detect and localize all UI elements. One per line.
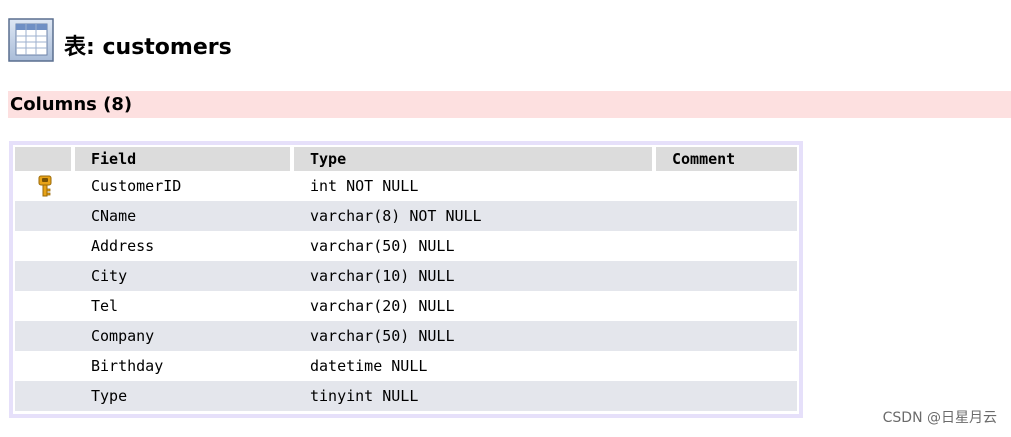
columns-section-title: Columns (8) xyxy=(10,94,133,115)
field-cell: Tel xyxy=(91,297,119,315)
title-prefix: 表 xyxy=(64,34,87,60)
field-cell: CustomerID xyxy=(91,177,182,195)
key-icon xyxy=(38,175,52,197)
table-row: Address varchar(50) NULL xyxy=(15,231,797,261)
table-icon xyxy=(8,18,54,62)
comment-cell xyxy=(656,381,797,411)
comment-cell xyxy=(656,231,797,261)
comment-cell xyxy=(656,351,797,381)
table-row: Birthday datetime NULL xyxy=(15,351,797,381)
comment-cell xyxy=(656,321,797,351)
comment-column-header: Comment xyxy=(656,147,797,171)
type-column-header: Type xyxy=(294,147,656,171)
watermark: CSDN @日星月云 xyxy=(882,410,997,426)
field-cell: CName xyxy=(75,201,294,231)
page-header: 表: customers xyxy=(8,12,232,62)
type-cell: varchar(50) NULL xyxy=(294,321,656,351)
type-cell: tinyint NULL xyxy=(294,381,656,411)
table-row: Company varchar(50) NULL xyxy=(15,321,797,351)
title-separator: : xyxy=(86,35,103,60)
comment-cell xyxy=(656,171,797,201)
key-cell xyxy=(15,381,75,411)
key-cell xyxy=(15,261,75,291)
table-row: Tel varchar(20) NULL xyxy=(15,291,797,321)
table-row: CName varchar(8) NOT NULL xyxy=(15,201,797,231)
comment-cell xyxy=(656,201,797,231)
type-cell: int NOT NULL xyxy=(310,177,419,195)
type-cell: varchar(50) NULL xyxy=(310,237,455,255)
type-cell: varchar(20) NULL xyxy=(310,297,455,315)
comment-cell xyxy=(656,261,797,291)
table-header-row: Field Type Comment xyxy=(15,147,797,171)
key-column-header xyxy=(15,147,75,171)
field-cell: Birthday xyxy=(91,357,164,375)
columns-section-bar: Columns (8) xyxy=(8,91,1011,118)
key-cell xyxy=(15,201,75,231)
table-row: City varchar(10) NULL xyxy=(15,261,797,291)
type-cell: varchar(10) NULL xyxy=(294,261,656,291)
key-cell xyxy=(15,171,75,201)
type-cell: datetime NULL xyxy=(310,357,428,375)
columns-table: Field Type Comment CustomerID int NOT NU… xyxy=(15,147,797,411)
table-row: CustomerID int NOT NULL xyxy=(15,171,797,201)
columns-table-container: Field Type Comment CustomerID int NOT NU… xyxy=(9,141,803,418)
type-cell: varchar(8) NOT NULL xyxy=(294,201,656,231)
key-cell xyxy=(15,321,75,351)
key-cell xyxy=(15,231,75,261)
key-cell xyxy=(15,291,75,321)
field-cell: Address xyxy=(91,237,155,255)
comment-cell xyxy=(656,291,797,321)
field-column-header: Field xyxy=(75,147,294,171)
field-cell: City xyxy=(75,261,294,291)
page-title: 表: customers xyxy=(64,33,232,62)
field-cell: Type xyxy=(75,381,294,411)
key-cell xyxy=(15,351,75,381)
table-row: Type tinyint NULL xyxy=(15,381,797,411)
table-name: customers xyxy=(102,35,232,60)
field-cell: Company xyxy=(75,321,294,351)
